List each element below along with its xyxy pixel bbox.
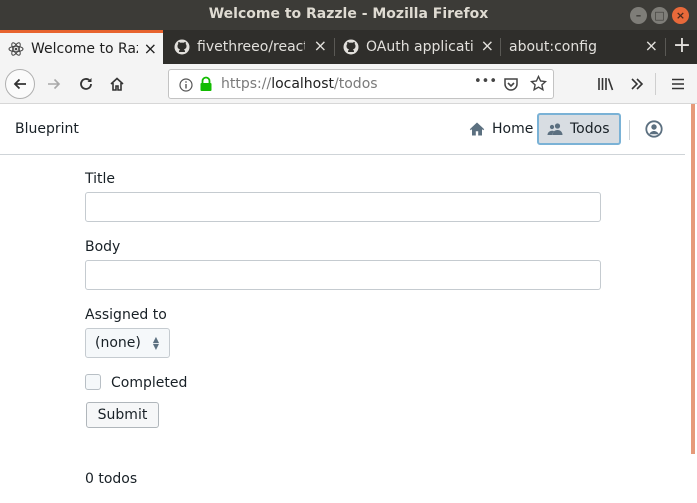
- lock-icon: [199, 76, 213, 96]
- minimize-icon[interactable]: –: [630, 7, 647, 24]
- app-navbar: Blueprint Home Todos: [0, 104, 685, 155]
- scrollbar-accent: [691, 104, 695, 454]
- github-icon: [174, 39, 190, 55]
- tab-label: Welcome to Razzle: [31, 40, 138, 57]
- nav-todos-button[interactable]: Todos: [537, 113, 621, 145]
- pocket-icon[interactable]: [503, 76, 519, 96]
- tab-welcome-to-razzle[interactable]: Welcome to Razzle ×: [0, 30, 163, 64]
- completed-label[interactable]: Completed: [111, 375, 187, 391]
- tab-strip: Welcome to Razzle × fivethreeo/react × O…: [0, 30, 697, 64]
- select-arrows-icon: ▲ ▼: [152, 335, 159, 351]
- url-bar[interactable]: https://localhost/todos •••: [168, 69, 554, 99]
- chevron-double-right-icon: [631, 78, 644, 90]
- page-content: Blueprint Home Todos Title Body Assigned…: [0, 104, 697, 503]
- back-button[interactable]: [5, 69, 35, 99]
- nav-todos-label: Todos: [570, 121, 610, 137]
- window-title: Welcome to Razzle - Mozilla Firefox: [208, 6, 489, 22]
- library-button[interactable]: [592, 70, 620, 98]
- navbar-divider: [629, 120, 630, 140]
- github-icon: [343, 39, 359, 55]
- close-tab-icon[interactable]: ×: [144, 41, 157, 57]
- submit-button[interactable]: Submit: [86, 402, 159, 428]
- title-label: Title: [85, 171, 116, 187]
- tab-label: OAuth application: [366, 39, 474, 55]
- tab-fivethreeo[interactable]: fivethreeo/react ×: [166, 30, 333, 64]
- hamburger-menu-button[interactable]: [664, 70, 692, 98]
- body-input[interactable]: [85, 260, 601, 290]
- info-icon[interactable]: [179, 77, 193, 96]
- nav-home-label: Home: [492, 121, 534, 137]
- close-window-icon[interactable]: ×: [672, 7, 689, 24]
- page-actions-icon[interactable]: •••: [474, 74, 497, 89]
- tab-label: fivethreeo/react: [197, 39, 305, 55]
- back-arrow-icon: [13, 78, 26, 90]
- close-tab-icon[interactable]: ×: [481, 38, 494, 54]
- user-icon[interactable]: [645, 120, 663, 142]
- nav-home-button[interactable]: Home: [461, 113, 541, 145]
- close-tab-icon[interactable]: ×: [645, 38, 658, 54]
- people-icon: [547, 122, 563, 136]
- url-text: https://localhost/todos: [221, 76, 378, 92]
- home-icon: [110, 77, 124, 91]
- body-label: Body: [85, 239, 121, 255]
- hamburger-icon: [672, 78, 684, 90]
- home-button[interactable]: [103, 70, 131, 98]
- home-icon: [469, 121, 485, 137]
- window-titlebar: Welcome to Razzle - Mozilla Firefox – □ …: [0, 0, 697, 30]
- forward-arrow-icon: [48, 78, 61, 90]
- assigned-to-label: Assigned to: [85, 307, 167, 323]
- bookmark-star-icon[interactable]: [529, 74, 548, 96]
- app-brand: Blueprint: [15, 121, 79, 137]
- tab-about-config[interactable]: about:config ×: [501, 30, 664, 64]
- todos-count: 0 todos: [85, 471, 138, 487]
- overflow-menu-button[interactable]: [623, 70, 651, 98]
- browser-toolbar: https://localhost/todos •••: [0, 64, 697, 104]
- close-tab-icon[interactable]: ×: [314, 38, 327, 54]
- reload-icon: [80, 78, 92, 90]
- reload-button[interactable]: [72, 70, 100, 98]
- tab-oauth-application[interactable]: OAuth application ×: [335, 30, 500, 64]
- react-icon: [8, 41, 24, 57]
- forward-button[interactable]: [40, 70, 68, 98]
- completed-checkbox[interactable]: [85, 374, 101, 390]
- assigned-to-value: (none): [95, 335, 141, 351]
- maximize-icon[interactable]: □: [651, 7, 668, 24]
- new-tab-icon[interactable]: +: [667, 30, 697, 64]
- tab-label: about:config: [509, 39, 597, 55]
- library-icon: [598, 78, 614, 91]
- title-input[interactable]: [85, 192, 601, 222]
- assigned-to-select[interactable]: (none) ▲ ▼: [85, 328, 170, 358]
